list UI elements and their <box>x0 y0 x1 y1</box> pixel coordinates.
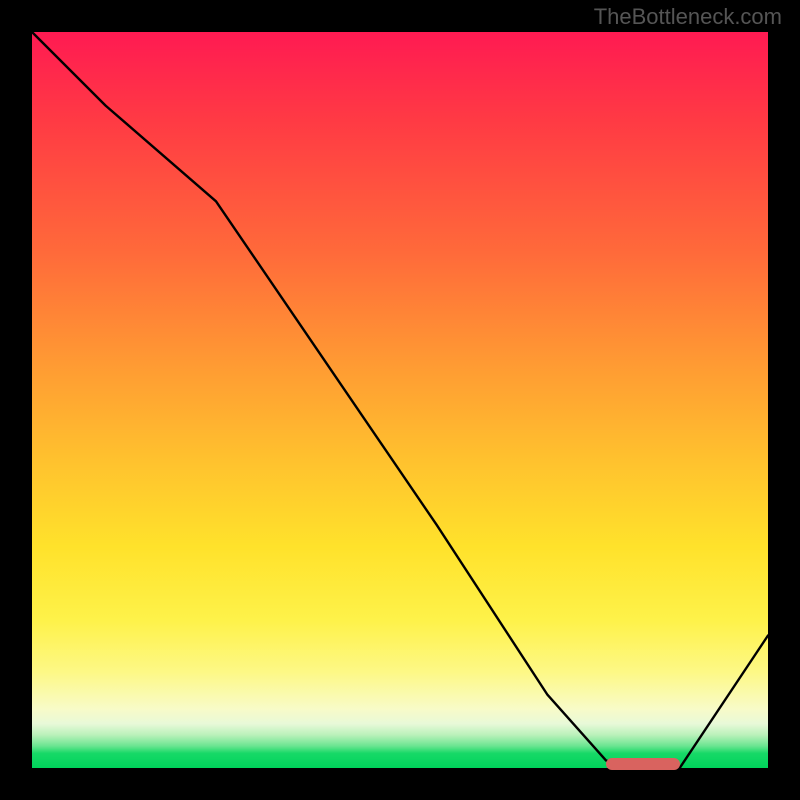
optimal-range-marker <box>606 758 680 770</box>
plot-area <box>32 32 768 768</box>
chart-stage: TheBottleneck.com <box>0 0 800 800</box>
background-gradient <box>32 32 768 768</box>
watermark-text: TheBottleneck.com <box>594 4 782 30</box>
